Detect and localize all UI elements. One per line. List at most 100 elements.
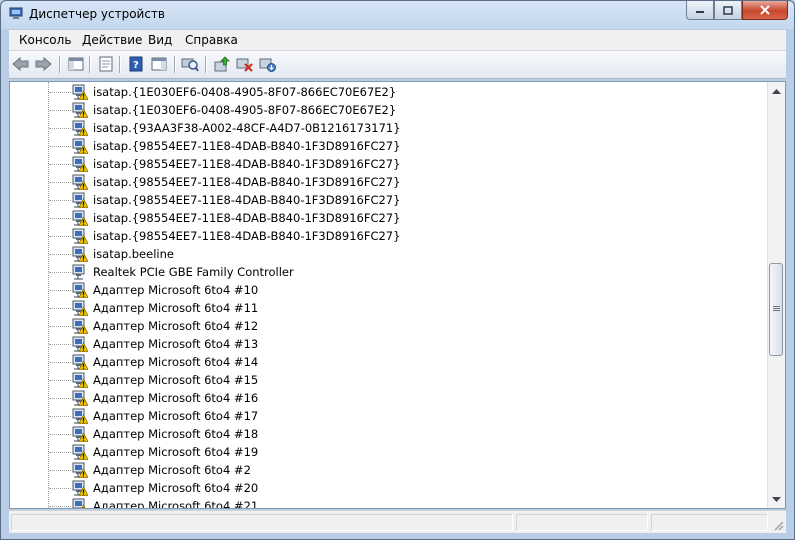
device-label: isatap.beeline [93,247,174,261]
network-adapter-icon [72,264,85,280]
device-label: isatap.{1E030EF6-0408-4905-8F07-866EC70E… [93,103,397,117]
back-arrow-icon [12,57,29,71]
network-adapter-icon [72,318,88,334]
device-row[interactable]: Адаптер Microsoft 6to4 #14 [72,353,258,371]
device-row[interactable]: Адаптер Microsoft 6to4 #12 [72,317,258,335]
status-pane [516,514,648,531]
device-row[interactable]: isatap.{1E030EF6-0408-4905-8F07-866EC70E… [72,83,396,101]
scrollbar-thumb[interactable] [769,263,783,356]
network-adapter-icon [72,156,88,172]
minimize-button[interactable] [686,1,714,20]
tree-connector-line [49,200,71,201]
uninstall-device-button[interactable] [235,55,255,73]
device-row[interactable]: Адаптер Microsoft 6to4 #19 [72,443,258,461]
device-row[interactable]: Адаптер Microsoft 6to4 #11 [72,299,258,317]
device-row[interactable]: isatap.{98554EE7-11E8-4DAB-B840-1F3D8916… [72,137,400,155]
back-button[interactable] [11,55,31,73]
device-row[interactable]: Адаптер Microsoft 6to4 #2 [72,461,251,479]
action-pane-icon [151,57,167,71]
device-label: Адаптер Microsoft 6to4 #17 [93,409,259,423]
device-row[interactable]: isatap.beeline [72,245,174,263]
network-adapter-icon [72,192,88,208]
forward-button[interactable] [33,55,53,73]
menu-console[interactable]: Консоль [19,33,71,47]
menu-action[interactable]: Действие [82,33,142,47]
network-adapter-icon [72,390,88,406]
device-row[interactable]: Адаптер Microsoft 6to4 #16 [72,389,258,407]
tree-connector-line [49,398,71,399]
device-row[interactable]: isatap.{98554EE7-11E8-4DAB-B840-1F3D8916… [72,227,400,245]
device-row[interactable]: Адаптер Microsoft 6to4 #17 [72,407,258,425]
menu-help[interactable]: Справка [185,33,238,47]
device-label: Адаптер Microsoft 6to4 #10 [93,283,259,297]
device-row[interactable]: Адаптер Microsoft 6to4 #15 [72,371,258,389]
chevron-up-icon [772,88,781,94]
toolbar-separator [119,56,121,73]
help-button[interactable]: ? [126,55,146,73]
device-label: Адаптер Microsoft 6to4 #20 [93,481,259,495]
device-row[interactable]: Адаптер Microsoft 6to4 #10 [72,281,258,299]
scroll-down-button[interactable] [768,491,785,508]
tree-connector-line [49,488,71,489]
device-row[interactable]: isatap.{98554EE7-11E8-4DAB-B840-1F3D8916… [72,209,400,227]
device-label: isatap.{1E030EF6-0408-4905-8F07-866EC70E… [93,85,397,99]
tree-connector-line [49,362,71,363]
grip-line [773,308,780,309]
maximize-button[interactable] [714,1,742,20]
close-button[interactable] [742,1,788,20]
device-label: Адаптер Microsoft 6to4 #11 [93,301,259,315]
device-label: Адаптер Microsoft 6to4 #16 [93,391,259,405]
show-hide-tree-button[interactable] [66,55,86,73]
network-adapter-icon [72,210,88,226]
tree-connector-line [49,110,71,111]
device-row[interactable]: Адаптер Microsoft 6to4 #20 [72,479,258,497]
device-row[interactable]: Realtek PCIe GBE Family Controller [72,263,294,281]
status-bar [9,510,786,533]
minimize-icon [696,11,704,13]
svg-text:?: ? [133,60,139,71]
network-adapter-icon [72,228,88,244]
menu-view[interactable]: Вид [148,33,172,47]
vertical-scrollbar[interactable] [767,82,785,508]
device-label: isatap.{98554EE7-11E8-4DAB-B840-1F3D8916… [93,157,401,171]
scroll-up-button[interactable] [768,82,785,99]
network-adapter-icon [72,120,88,136]
menu-bar: Консоль Действие Вид Справка [9,30,786,51]
network-adapter-icon [72,102,88,118]
toolbar: ? [9,51,786,79]
help-icon: ? [129,56,143,72]
forward-arrow-icon [35,57,52,71]
network-adapter-icon [72,444,88,460]
network-adapter-icon [72,426,88,442]
device-label: isatap.{98554EE7-11E8-4DAB-B840-1F3D8916… [93,139,401,153]
device-row[interactable]: isatap.{98554EE7-11E8-4DAB-B840-1F3D8916… [72,155,400,173]
resize-grip-icon[interactable] [772,519,784,531]
device-row[interactable]: isatap.{1E030EF6-0408-4905-8F07-866EC70E… [72,101,396,119]
device-row[interactable]: Адаптер Microsoft 6to4 #21 [72,497,258,508]
tree-connector-line [49,452,71,453]
network-adapter-icon [72,336,88,352]
tree-connector-line [49,434,71,435]
device-label: isatap.{98554EE7-11E8-4DAB-B840-1F3D8916… [93,211,401,225]
scan-hardware-button[interactable] [180,55,200,73]
device-row[interactable]: isatap.{98554EE7-11E8-4DAB-B840-1F3D8916… [72,173,400,191]
device-row[interactable]: Адаптер Microsoft 6to4 #13 [72,335,258,353]
toolbar-separator [174,56,176,73]
update-driver-button[interactable] [212,55,232,73]
tree-connector-line [49,380,71,381]
network-adapter-icon [72,408,88,424]
device-row[interactable]: Адаптер Microsoft 6to4 #18 [72,425,258,443]
device-row[interactable]: isatap.{93AA3F38-A002-48CF-A4D7-0B121617… [72,119,401,137]
title-bar[interactable]: Диспетчер устройств [1,1,794,29]
device-row[interactable]: isatap.{98554EE7-11E8-4DAB-B840-1F3D8916… [72,191,400,209]
device-label: Адаптер Microsoft 6to4 #2 [93,463,251,477]
action-pane-button[interactable] [149,55,169,73]
network-adapter-icon [72,480,88,496]
tree-connector-line [49,308,71,309]
network-adapter-icon [72,372,88,388]
properties-button[interactable] [96,55,116,73]
enable-device-button[interactable] [258,55,278,73]
tree-connector-line [49,236,71,237]
device-label: Адаптер Microsoft 6to4 #14 [93,355,259,369]
window-title: Диспетчер устройств [29,7,166,21]
